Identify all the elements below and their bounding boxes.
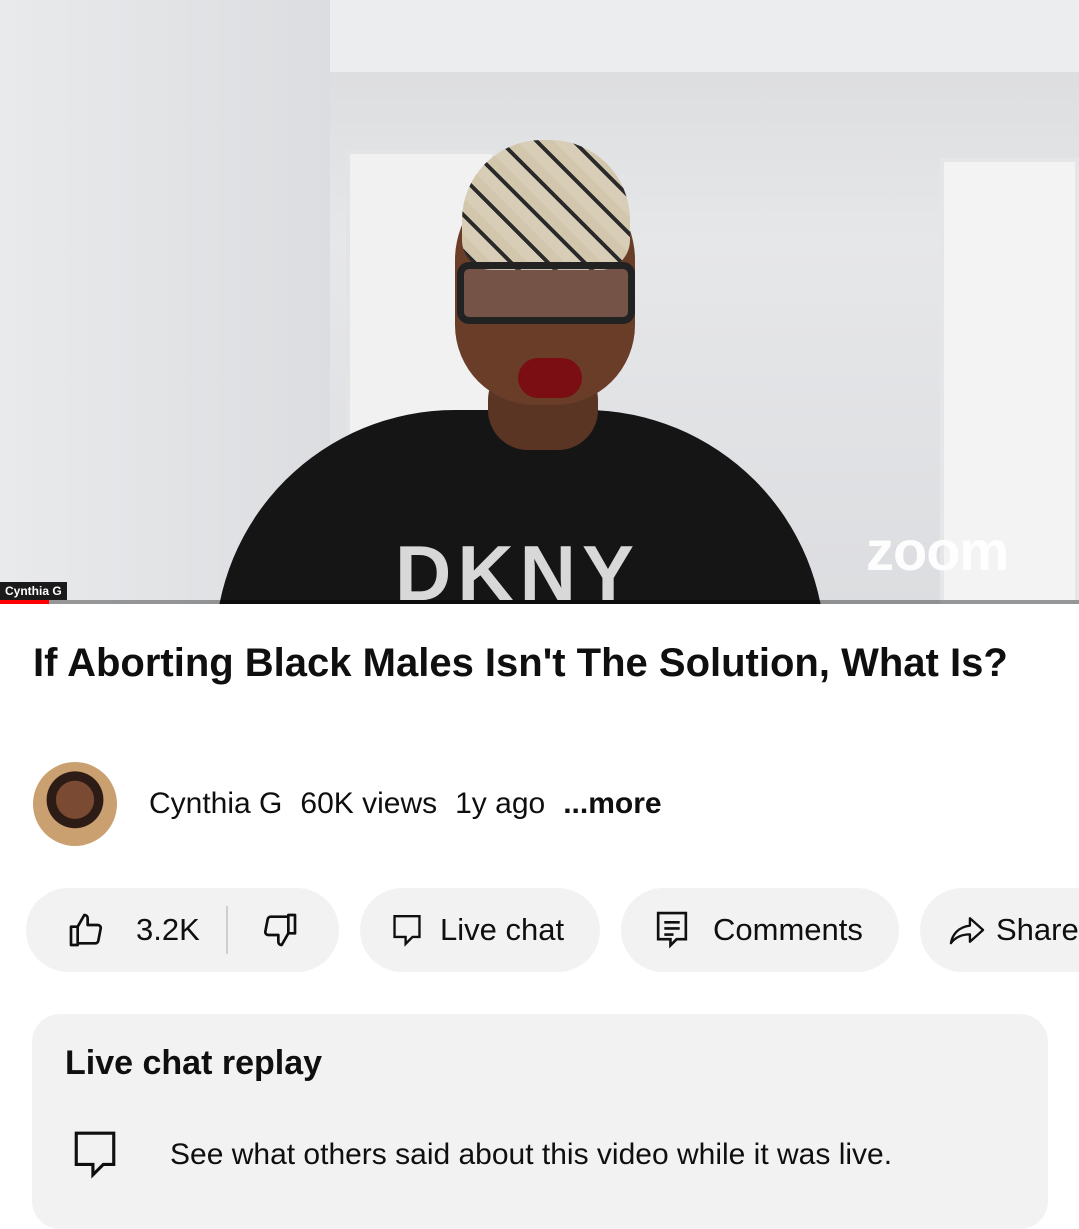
thumbs-down-icon[interactable] <box>260 910 300 950</box>
live-chat-label: Live chat <box>440 912 565 947</box>
video-meta-row[interactable]: Cynthia G 60K views 1y ago ...more <box>33 762 1073 846</box>
video-progress-bar[interactable] <box>0 600 1079 604</box>
zoom-watermark: zoom <box>866 519 1009 582</box>
live-chat-replay-heading: Live chat replay <box>65 1044 323 1082</box>
like-count[interactable]: 3.2K <box>136 912 200 948</box>
chat-bubble-icon <box>70 1126 120 1187</box>
video-progress-fill <box>0 600 49 604</box>
video-person-lips <box>518 358 582 398</box>
video-player[interactable]: DKNY zoom Cynthia G <box>0 0 1079 604</box>
like-dislike-pill: 3.2K <box>26 888 339 972</box>
share-arrow-icon <box>948 913 986 947</box>
action-bar: 3.2K Live chat Comments Share <box>26 888 1079 972</box>
live-chat-replay-description: See what others said about this video wh… <box>170 1138 893 1171</box>
comment-icon <box>655 910 689 950</box>
share-button[interactable]: Share <box>920 888 1079 972</box>
channel-avatar[interactable] <box>33 762 117 846</box>
video-person-glasses <box>457 262 635 324</box>
share-label: Share <box>996 912 1079 947</box>
like-divider <box>225 906 228 954</box>
live-chat-button[interactable]: Live chat <box>360 888 600 972</box>
video-title[interactable]: If Aborting Black Males Isn't The Soluti… <box>33 638 1053 688</box>
channel-name[interactable]: Cynthia G <box>149 787 282 821</box>
video-scene-ceiling <box>300 0 1079 72</box>
shirt-logo: DKNY <box>395 529 641 604</box>
more-button[interactable]: ...more <box>563 787 661 821</box>
comments-label: Comments <box>713 912 863 947</box>
participant-name-tag: Cynthia G <box>0 582 67 600</box>
comments-button[interactable]: Comments <box>621 888 899 972</box>
thumbs-up-icon[interactable] <box>66 910 106 950</box>
live-chat-replay-card[interactable]: Live chat replay See what others said ab… <box>32 1014 1048 1229</box>
view-count: 60K views <box>300 787 438 820</box>
upload-age: 1y ago <box>455 787 546 820</box>
chat-bubble-icon <box>390 912 424 948</box>
video-meta-text: Cynthia G 60K views 1y ago ...more <box>149 787 680 821</box>
